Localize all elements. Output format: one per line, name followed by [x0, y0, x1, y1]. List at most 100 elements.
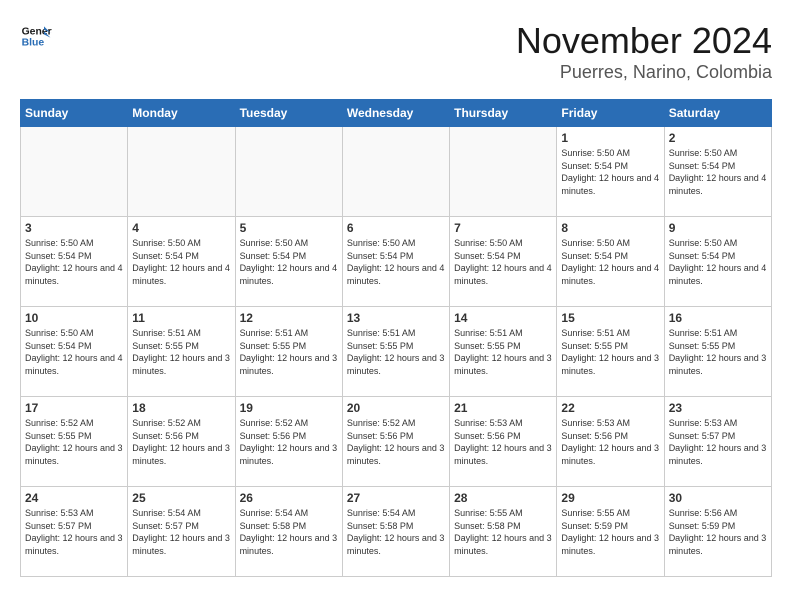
calendar-cell: 14 Sunrise: 5:51 AM Sunset: 5:55 PM Dayli…	[450, 307, 557, 397]
calendar-cell: 16 Sunrise: 5:51 AM Sunset: 5:55 PM Dayli…	[664, 307, 771, 397]
title-area: November 2024 Puerres, Narino, Colombia	[516, 20, 772, 83]
day-number: 11	[132, 311, 230, 325]
day-number: 23	[669, 401, 767, 415]
day-number: 18	[132, 401, 230, 415]
day-number: 28	[454, 491, 552, 505]
day-number: 21	[454, 401, 552, 415]
weekday-header-saturday: Saturday	[664, 100, 771, 127]
day-info: Sunrise: 5:50 AM Sunset: 5:54 PM Dayligh…	[561, 147, 659, 197]
day-info: Sunrise: 5:51 AM Sunset: 5:55 PM Dayligh…	[669, 327, 767, 377]
day-info: Sunrise: 5:51 AM Sunset: 5:55 PM Dayligh…	[132, 327, 230, 377]
day-number: 16	[669, 311, 767, 325]
day-info: Sunrise: 5:54 AM Sunset: 5:57 PM Dayligh…	[132, 507, 230, 557]
day-info: Sunrise: 5:50 AM Sunset: 5:54 PM Dayligh…	[669, 147, 767, 197]
day-info: Sunrise: 5:55 AM Sunset: 5:59 PM Dayligh…	[561, 507, 659, 557]
weekday-header-wednesday: Wednesday	[342, 100, 449, 127]
day-number: 24	[25, 491, 123, 505]
calendar-cell: 12 Sunrise: 5:51 AM Sunset: 5:55 PM Dayli…	[235, 307, 342, 397]
calendar-cell: 3 Sunrise: 5:50 AM Sunset: 5:54 PM Daylig…	[21, 217, 128, 307]
day-number: 4	[132, 221, 230, 235]
day-number: 17	[25, 401, 123, 415]
day-info: Sunrise: 5:53 AM Sunset: 5:56 PM Dayligh…	[561, 417, 659, 467]
calendar-cell: 24 Sunrise: 5:53 AM Sunset: 5:57 PM Dayli…	[21, 487, 128, 577]
day-info: Sunrise: 5:50 AM Sunset: 5:54 PM Dayligh…	[669, 237, 767, 287]
calendar-cell: 5 Sunrise: 5:50 AM Sunset: 5:54 PM Daylig…	[235, 217, 342, 307]
weekday-header-sunday: Sunday	[21, 100, 128, 127]
day-number: 15	[561, 311, 659, 325]
day-info: Sunrise: 5:51 AM Sunset: 5:55 PM Dayligh…	[454, 327, 552, 377]
day-number: 12	[240, 311, 338, 325]
calendar-week-4: 17 Sunrise: 5:52 AM Sunset: 5:55 PM Dayli…	[21, 397, 772, 487]
day-info: Sunrise: 5:50 AM Sunset: 5:54 PM Dayligh…	[25, 237, 123, 287]
day-info: Sunrise: 5:50 AM Sunset: 5:54 PM Dayligh…	[347, 237, 445, 287]
calendar-cell: 29 Sunrise: 5:55 AM Sunset: 5:59 PM Dayli…	[557, 487, 664, 577]
day-number: 19	[240, 401, 338, 415]
day-number: 27	[347, 491, 445, 505]
day-info: Sunrise: 5:56 AM Sunset: 5:59 PM Dayligh…	[669, 507, 767, 557]
calendar-cell	[342, 127, 449, 217]
day-number: 30	[669, 491, 767, 505]
day-info: Sunrise: 5:52 AM Sunset: 5:55 PM Dayligh…	[25, 417, 123, 467]
day-number: 6	[347, 221, 445, 235]
calendar-cell: 30 Sunrise: 5:56 AM Sunset: 5:59 PM Dayli…	[664, 487, 771, 577]
calendar-cell: 9Sunrise: 5:50 AM Sunset: 5:54 PM Daylig…	[664, 217, 771, 307]
weekday-header-tuesday: Tuesday	[235, 100, 342, 127]
calendar-cell: 2 Sunrise: 5:50 AM Sunset: 5:54 PM Daylig…	[664, 127, 771, 217]
calendar-cell: 15 Sunrise: 5:51 AM Sunset: 5:55 PM Dayli…	[557, 307, 664, 397]
calendar-cell: 23Sunrise: 5:53 AM Sunset: 5:57 PM Dayli…	[664, 397, 771, 487]
day-number: 13	[347, 311, 445, 325]
day-info: Sunrise: 5:52 AM Sunset: 5:56 PM Dayligh…	[240, 417, 338, 467]
calendar-cell: 11 Sunrise: 5:51 AM Sunset: 5:55 PM Dayli…	[128, 307, 235, 397]
svg-text:Blue: Blue	[22, 38, 45, 49]
calendar-week-1: 1Sunrise: 5:50 AM Sunset: 5:54 PM Daylig…	[21, 127, 772, 217]
calendar-cell: 22 Sunrise: 5:53 AM Sunset: 5:56 PM Dayli…	[557, 397, 664, 487]
calendar-cell: 4Sunrise: 5:50 AM Sunset: 5:54 PM Daylig…	[128, 217, 235, 307]
calendar-cell: 19 Sunrise: 5:52 AM Sunset: 5:56 PM Dayli…	[235, 397, 342, 487]
calendar-cell: 27 Sunrise: 5:54 AM Sunset: 5:58 PM Dayli…	[342, 487, 449, 577]
weekday-header-row: SundayMondayTuesdayWednesdayThursdayFrid…	[21, 100, 772, 127]
month-title: November 2024	[516, 20, 772, 62]
weekday-header-friday: Friday	[557, 100, 664, 127]
day-number: 5	[240, 221, 338, 235]
day-info: Sunrise: 5:52 AM Sunset: 5:56 PM Dayligh…	[132, 417, 230, 467]
day-info: Sunrise: 5:52 AM Sunset: 5:56 PM Dayligh…	[347, 417, 445, 467]
calendar-cell: 8 Sunrise: 5:50 AM Sunset: 5:54 PM Daylig…	[557, 217, 664, 307]
day-info: Sunrise: 5:51 AM Sunset: 5:55 PM Dayligh…	[240, 327, 338, 377]
calendar-table: SundayMondayTuesdayWednesdayThursdayFrid…	[20, 99, 772, 577]
calendar-cell: 26 Sunrise: 5:54 AM Sunset: 5:58 PM Dayli…	[235, 487, 342, 577]
page-header: General Blue November 2024 Puerres, Nari…	[20, 20, 772, 83]
calendar-cell: 10Sunrise: 5:50 AM Sunset: 5:54 PM Dayli…	[21, 307, 128, 397]
day-info: Sunrise: 5:53 AM Sunset: 5:56 PM Dayligh…	[454, 417, 552, 467]
day-info: Sunrise: 5:50 AM Sunset: 5:54 PM Dayligh…	[240, 237, 338, 287]
day-number: 10	[25, 311, 123, 325]
day-info: Sunrise: 5:55 AM Sunset: 5:58 PM Dayligh…	[454, 507, 552, 557]
day-number: 26	[240, 491, 338, 505]
day-number: 22	[561, 401, 659, 415]
day-number: 20	[347, 401, 445, 415]
day-number: 8	[561, 221, 659, 235]
day-number: 14	[454, 311, 552, 325]
day-info: Sunrise: 5:50 AM Sunset: 5:54 PM Dayligh…	[561, 237, 659, 287]
weekday-header-monday: Monday	[128, 100, 235, 127]
calendar-cell: 18 Sunrise: 5:52 AM Sunset: 5:56 PM Dayli…	[128, 397, 235, 487]
day-number: 2	[669, 131, 767, 145]
day-info: Sunrise: 5:54 AM Sunset: 5:58 PM Dayligh…	[240, 507, 338, 557]
day-number: 3	[25, 221, 123, 235]
calendar-cell: 1Sunrise: 5:50 AM Sunset: 5:54 PM Daylig…	[557, 127, 664, 217]
day-info: Sunrise: 5:51 AM Sunset: 5:55 PM Dayligh…	[347, 327, 445, 377]
day-info: Sunrise: 5:54 AM Sunset: 5:58 PM Dayligh…	[347, 507, 445, 557]
calendar-cell: 7Sunrise: 5:50 AM Sunset: 5:54 PM Daylig…	[450, 217, 557, 307]
day-info: Sunrise: 5:51 AM Sunset: 5:55 PM Dayligh…	[561, 327, 659, 377]
day-number: 7	[454, 221, 552, 235]
calendar-cell: 20 Sunrise: 5:52 AM Sunset: 5:56 PM Dayli…	[342, 397, 449, 487]
logo-icon: General Blue	[20, 20, 52, 52]
location-title: Puerres, Narino, Colombia	[516, 62, 772, 83]
weekday-header-thursday: Thursday	[450, 100, 557, 127]
calendar-cell: 17 Sunrise: 5:52 AM Sunset: 5:55 PM Dayli…	[21, 397, 128, 487]
calendar-cell: 25Sunrise: 5:54 AM Sunset: 5:57 PM Dayli…	[128, 487, 235, 577]
day-info: Sunrise: 5:53 AM Sunset: 5:57 PM Dayligh…	[25, 507, 123, 557]
calendar-cell: 13 Sunrise: 5:51 AM Sunset: 5:55 PM Dayli…	[342, 307, 449, 397]
calendar-cell	[21, 127, 128, 217]
day-number: 29	[561, 491, 659, 505]
calendar-cell: 21 Sunrise: 5:53 AM Sunset: 5:56 PM Dayli…	[450, 397, 557, 487]
